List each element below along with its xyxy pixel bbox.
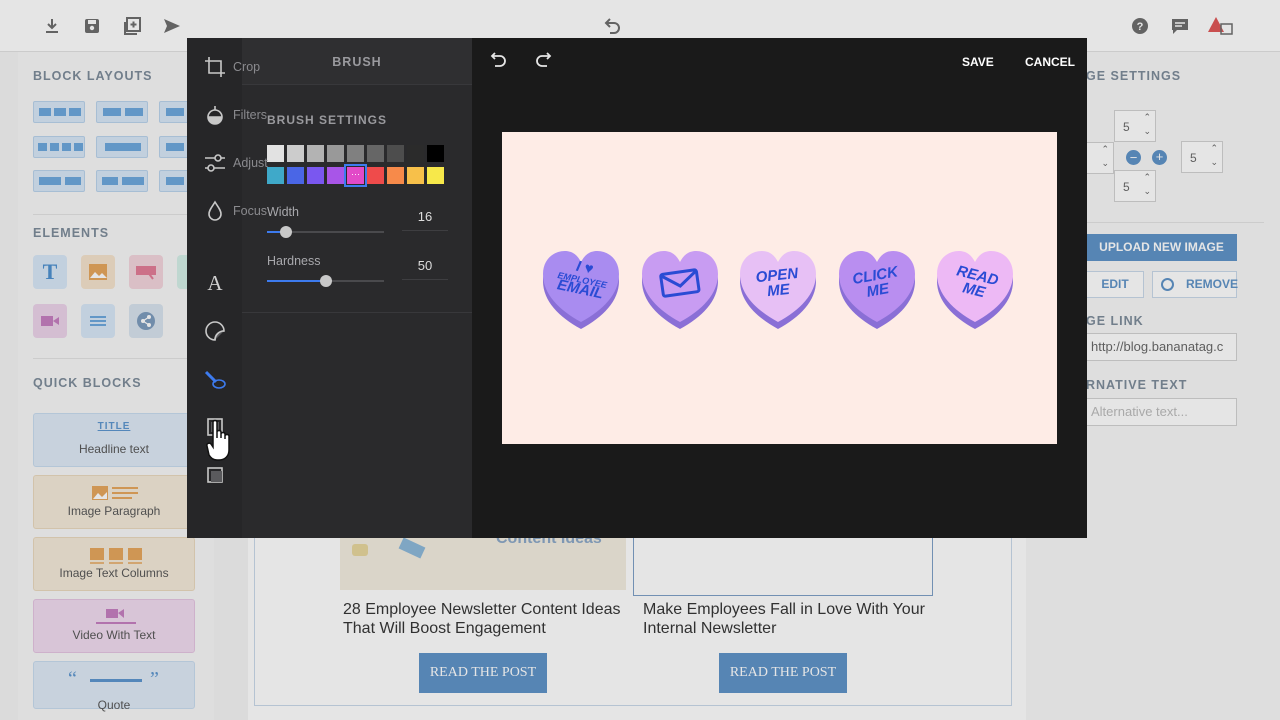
candy-heart: READ ME [933, 246, 1017, 330]
color-swatch[interactable] [327, 145, 344, 162]
tool-adjust-label[interactable]: Adjust [233, 156, 268, 170]
hardness-slider-fill [267, 280, 326, 282]
hardness-value[interactable]: 50 [402, 258, 448, 280]
brush-icon[interactable] [204, 368, 226, 390]
candy-heart: OPEN ME [736, 246, 820, 330]
undo-icon[interactable] [486, 50, 508, 72]
candy-heart: I ♥ EMPLOYEE EMAIL [539, 246, 623, 330]
text-tool-icon[interactable]: A [204, 272, 226, 294]
crop-icon[interactable] [204, 56, 226, 78]
color-swatch[interactable] [407, 145, 424, 162]
panel-divider [242, 312, 472, 313]
color-swatch[interactable] [307, 167, 324, 184]
width-label: Width [267, 205, 299, 219]
color-swatch[interactable] [347, 145, 364, 162]
color-swatch[interactable] [267, 167, 284, 184]
adjust-icon[interactable] [204, 152, 226, 174]
sticker-icon[interactable] [204, 320, 226, 342]
color-swatch[interactable] [367, 167, 384, 184]
hand-cursor-icon [205, 418, 233, 464]
width-slider-handle[interactable] [279, 226, 292, 238]
hardness-slider-handle[interactable] [319, 275, 332, 287]
hardness-label: Hardness [267, 254, 321, 268]
brush-panel: BRUSH BRUSH SETTINGS ··· Width 16 Hardne… [242, 38, 472, 538]
focus-icon[interactable] [204, 200, 226, 222]
image-editor-modal: BRUSH BRUSH SETTINGS ··· Width 16 Hardne… [187, 38, 1087, 538]
tool-focus-label[interactable]: Focus [233, 204, 267, 218]
color-swatch[interactable] [327, 167, 344, 184]
candy-heart: CLICK ME [835, 246, 919, 330]
color-swatch[interactable] [427, 145, 444, 162]
filters-icon[interactable] [204, 104, 226, 126]
color-swatch[interactable] [367, 145, 384, 162]
tool-filters-label[interactable]: Filters [233, 108, 267, 122]
candy-heart [638, 246, 722, 330]
cancel-button[interactable]: CANCEL [1025, 55, 1075, 69]
color-swatch[interactable] [387, 167, 404, 184]
color-swatch[interactable] [407, 167, 424, 184]
editor-stage: SAVE CANCEL I ♥ EMPLOYEE EMAIL OPEN ME CLIC… [472, 38, 1087, 538]
svg-text:ME: ME [766, 281, 791, 300]
color-swatch-selected[interactable]: ··· [344, 164, 367, 187]
edited-image[interactable]: I ♥ EMPLOYEE EMAIL OPEN ME CLICK ME READ ME [502, 132, 1057, 444]
panel-header: BRUSH [242, 38, 472, 85]
brush-settings-title: BRUSH SETTINGS [267, 113, 388, 127]
redo-icon[interactable] [534, 50, 556, 72]
save-button[interactable]: SAVE [962, 55, 994, 69]
color-swatch[interactable] [287, 167, 304, 184]
color-swatch[interactable] [307, 145, 324, 162]
tool-crop-label[interactable]: Crop [233, 60, 260, 74]
color-swatch[interactable] [427, 167, 444, 184]
color-swatch[interactable] [267, 145, 284, 162]
width-value[interactable]: 16 [402, 209, 448, 231]
color-swatch[interactable] [287, 145, 304, 162]
color-swatch[interactable] [387, 145, 404, 162]
border-icon[interactable] [204, 464, 226, 486]
panel-title: BRUSH [332, 55, 382, 69]
